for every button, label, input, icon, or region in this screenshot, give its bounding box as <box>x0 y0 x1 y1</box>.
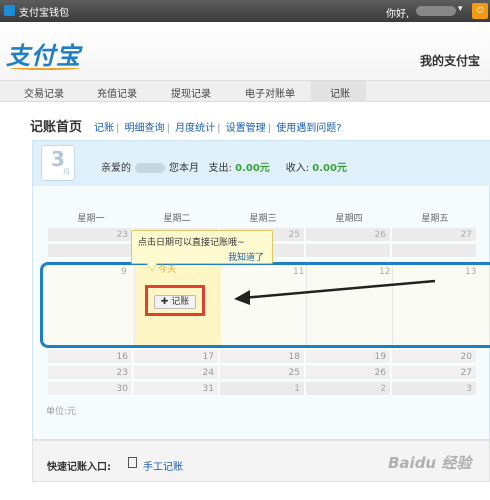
link-detail-query[interactable]: 明细查询 <box>125 123 165 134</box>
day-cell[interactable]: 3 <box>392 382 477 396</box>
month-unit: 月 <box>63 168 70 176</box>
day-cell[interactable]: 16 <box>48 350 133 364</box>
expense-label: 支出: <box>208 163 232 174</box>
day-cell[interactable]: 24 <box>134 366 219 380</box>
day-cell-mon[interactable]: 9 <box>43 265 135 345</box>
logo-swoosh <box>10 66 80 70</box>
day-cell[interactable]: 25 <box>220 366 305 380</box>
title-bar: 支付宝钱包 你好, ▾ ⏲ <box>0 0 490 22</box>
record-button[interactable]: ✚ 记账 <box>154 295 196 309</box>
day-number: 11 <box>293 267 305 277</box>
weekday-thu: 星期四 <box>335 214 363 224</box>
day-cell[interactable]: 20 <box>392 350 477 364</box>
user-name-blurred <box>135 163 165 173</box>
day-cell[interactable]: 27 <box>392 228 477 242</box>
link-help[interactable]: 使用遇到问题? <box>276 123 341 134</box>
tab-e-statement[interactable]: 电子对账单 <box>245 85 295 100</box>
user-menu-caret-icon[interactable]: ▾ <box>458 4 463 14</box>
day-cell[interactable]: 23 <box>48 228 133 242</box>
notification-icon[interactable]: ⏲ <box>472 3 488 19</box>
tab-transactions[interactable]: 交易记录 <box>24 85 64 100</box>
alipay-app-icon <box>4 5 15 16</box>
hint-tooltip: 点击日期可以直接记账哦~ 我知道了 <box>131 230 273 264</box>
expense-amount: 0.00元 <box>235 163 270 174</box>
annotation-arrow <box>234 279 436 305</box>
monthly-summary: 3 月 亲爱的 您本月 支出: 0.00元 收入: 0.00元 <box>33 141 490 186</box>
sub-nav: 记账 | 明细查询 | 月度统计 | 设置管理 | 使用遇到问题? <box>94 123 342 134</box>
app-title: 支付宝钱包 <box>19 8 69 19</box>
income-label: 收入: <box>285 163 310 174</box>
my-alipay-title: 我的支付宝 <box>419 54 480 68</box>
link-record[interactable]: 记账 <box>94 123 114 134</box>
tooltip-text: 点击日期可以直接记账哦~ <box>138 238 245 248</box>
day-number: 13 <box>465 267 477 277</box>
weekday-tue: 星期二 <box>163 214 191 224</box>
link-settings[interactable]: 设置管理 <box>226 123 266 134</box>
income-amount: 0.00元 <box>312 163 347 174</box>
summary-text: 亲爱的 您本月 支出: 0.00元 收入: 0.00元 <box>101 159 347 174</box>
tooltip-dismiss-link[interactable]: 我知道了 <box>228 250 264 263</box>
day-cell[interactable]: 2 <box>306 382 391 396</box>
tab-withdraw[interactable]: 提现记录 <box>171 85 211 100</box>
day-cell[interactable]: 27 <box>392 366 477 380</box>
day-cell[interactable]: 19 <box>306 350 391 364</box>
unit-note: 单位:元 <box>46 407 77 417</box>
tab-bookkeeping[interactable]: 记账 <box>330 85 350 100</box>
tab-recharge[interactable]: 充值记录 <box>97 85 137 100</box>
day-number: 9 <box>121 267 127 277</box>
day-cell[interactable]: 23 <box>48 366 133 380</box>
month-badge: 3 月 <box>41 145 75 181</box>
quick-entry-label: 快速记账入口: <box>47 462 111 473</box>
plus-icon: ✚ <box>160 297 169 307</box>
day-cell[interactable]: 18 <box>220 350 305 364</box>
day-cell[interactable]: 31 <box>134 382 219 396</box>
weekday-mon: 星期一 <box>77 214 105 224</box>
notebook-icon <box>128 457 137 468</box>
arrow-shaft <box>241 279 436 300</box>
day-cell[interactable]: 26 <box>306 366 391 380</box>
header: 支付宝 我的支付宝 <box>0 22 490 80</box>
day-cell[interactable] <box>48 244 133 258</box>
watermark: Baidu 经验 <box>388 454 472 472</box>
day-number: 12 <box>379 267 391 277</box>
day-cell[interactable]: 1 <box>220 382 305 396</box>
this-month-label: 您本月 <box>169 163 199 174</box>
page-title: 记账首页 <box>30 120 83 135</box>
day-cell[interactable]: 30 <box>48 382 133 396</box>
day-cell[interactable] <box>392 244 477 258</box>
day-cell[interactable]: 26 <box>306 228 391 242</box>
username-blurred <box>416 6 456 16</box>
greeting: 你好, <box>386 9 410 20</box>
link-monthly-stats[interactable]: 月度统计 <box>175 123 215 134</box>
record-button-label: 记账 <box>171 297 190 307</box>
main-nav: 交易记录 充值记录 提现记录 电子对账单 记账 <box>0 80 490 102</box>
weekday-fri: 星期五 <box>421 214 449 224</box>
manual-entry-link[interactable]: 手工记账 <box>143 458 183 473</box>
arrow-head <box>234 290 250 305</box>
day-cell[interactable] <box>306 244 391 258</box>
tooltip-arrow-inner <box>147 263 157 270</box>
dear-label: 亲爱的 <box>101 163 131 174</box>
weekday-wed: 星期三 <box>249 214 277 224</box>
day-cell[interactable]: 17 <box>134 350 219 364</box>
